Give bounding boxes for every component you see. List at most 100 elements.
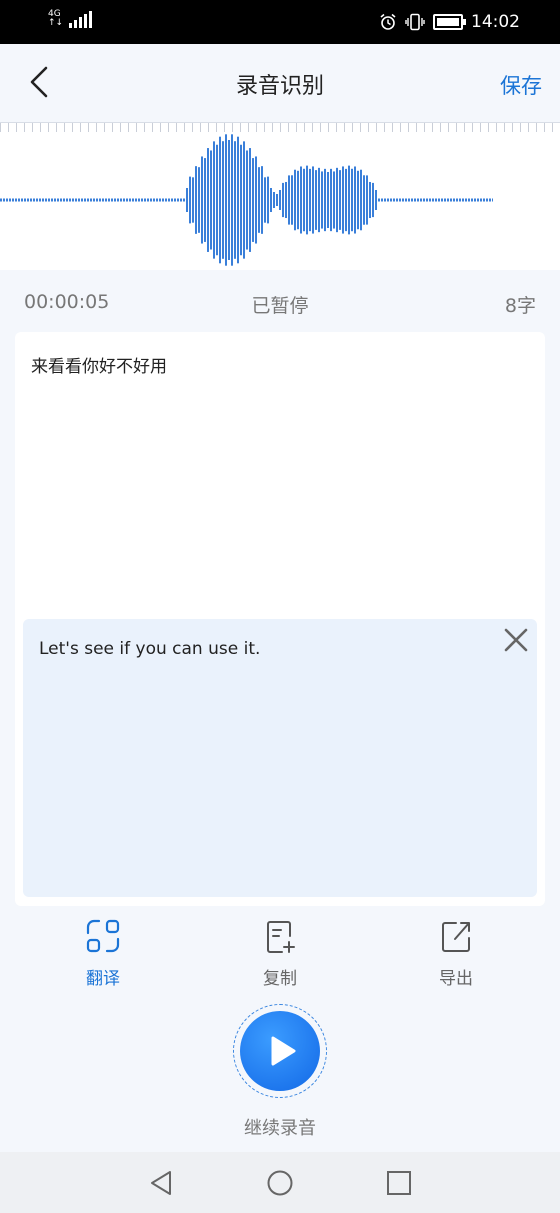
waveform-bar (201, 156, 203, 244)
waveform-bar (192, 177, 194, 223)
status-time: 14:02 (471, 12, 520, 32)
waveform-bar (375, 190, 377, 210)
nav-recents-icon[interactable] (384, 1168, 414, 1198)
play-icon (271, 1036, 296, 1066)
continue-record-label: 继续录音 (244, 1118, 316, 1139)
translate-label: 翻译 (86, 969, 120, 989)
waveform-bar (273, 192, 275, 208)
waveform-bar (279, 190, 281, 210)
waveform-bar (243, 141, 245, 259)
continue-record-button[interactable] (233, 1004, 327, 1098)
waveform-bar (222, 141, 224, 259)
export-label: 导出 (439, 969, 473, 989)
export-icon (442, 922, 470, 952)
waveform (0, 134, 493, 266)
waveform-bar (306, 165, 308, 235)
status-icons: 14:02 (379, 12, 520, 32)
waveform-bar (330, 168, 332, 232)
waveform-bar (357, 170, 359, 230)
waveform-bar (351, 168, 353, 232)
waveform-bar (339, 170, 341, 230)
waveform-bar (354, 166, 356, 234)
header: 录音识别 保存 (0, 44, 560, 122)
waveform-bar (240, 144, 242, 256)
waveform-bar (186, 188, 188, 212)
translate-button[interactable]: 翻译 (58, 916, 148, 989)
waveform-bar (288, 175, 290, 225)
transcript-card[interactable]: 来看看你好不好用 Let's see if you can use it. (15, 332, 545, 906)
waveform-bar (210, 150, 212, 250)
waveform-bar (216, 144, 218, 256)
waveform-bar (369, 181, 371, 219)
battery-icon (433, 14, 466, 30)
close-icon[interactable] (501, 625, 531, 655)
waveform-bar (195, 166, 197, 234)
waveform-bar (336, 167, 338, 233)
waveform-bar (372, 182, 374, 218)
waveform-bar (213, 141, 215, 259)
waveform-bar (237, 136, 239, 264)
recognized-text[interactable]: 来看看你好不好用 (31, 352, 167, 377)
nav-home-icon[interactable] (265, 1168, 295, 1198)
waveform-bar (228, 140, 230, 260)
waveform-bar (282, 182, 284, 218)
record-button-circle[interactable] (240, 1011, 320, 1091)
waveform-bar (264, 177, 266, 223)
waveform-bar (297, 170, 299, 230)
waveform-bar (207, 148, 209, 252)
nav-back-icon[interactable] (146, 1168, 176, 1198)
waveform-bar (189, 176, 191, 224)
action-bar: 翻译 复制 导出 (0, 916, 560, 996)
copy-button[interactable]: 复制 (235, 916, 325, 989)
waveform-bar (234, 141, 236, 259)
network-type: 4G ↑↓ (48, 9, 64, 28)
waveform-bar (225, 134, 227, 266)
waveform-bar (231, 134, 233, 266)
waveform-bar (348, 165, 350, 235)
copy-label: 复制 (263, 969, 297, 989)
waveform-bar (315, 170, 317, 230)
waveform-bar (321, 171, 323, 229)
waveform-bar (318, 167, 320, 233)
waveform-bar (276, 194, 278, 206)
waveform-bar (309, 168, 311, 232)
alarm-icon (380, 13, 396, 30)
waveform-bar (204, 158, 206, 242)
waveform-bar (345, 168, 347, 232)
save-button[interactable]: 保存 (500, 70, 542, 100)
waveform-bar (285, 181, 287, 219)
waveform-bar (312, 166, 314, 234)
signal-icon (69, 10, 93, 28)
translation-box: Let's see if you can use it. (23, 619, 537, 897)
system-nav-bar (0, 1152, 560, 1213)
waveform-bar (327, 172, 329, 228)
waveform-bar (300, 166, 302, 234)
char-count: 8字 (504, 295, 536, 317)
waveform-bar (261, 166, 263, 234)
waveform-bar (255, 156, 257, 244)
copy-document-icon (267, 921, 295, 953)
waveform-bar (270, 188, 272, 212)
waveform-panel (0, 132, 560, 270)
waveform-bar (366, 175, 368, 225)
waveform-bar (198, 167, 200, 233)
waveform-bar (252, 158, 254, 242)
waveform-bar (294, 169, 296, 231)
waveform-bar (363, 175, 365, 225)
waveform-bar (291, 175, 293, 225)
waveform-bar (333, 171, 335, 229)
page-title: 录音识别 (235, 74, 324, 99)
waveform-bar (258, 167, 260, 233)
waveform-bar (219, 136, 221, 264)
status-bar: 4G ↑↓ 14:02 (0, 0, 560, 44)
translation-text[interactable]: Let's see if you can use it. (39, 639, 260, 659)
waveform-bar (267, 176, 269, 224)
signal-indicator: 4G ↑↓ (48, 9, 93, 28)
recording-info: 00:00:05 已暂停 8字 (0, 270, 560, 332)
vibrate-icon (405, 13, 425, 31)
waveform-bar (324, 168, 326, 232)
waveform-bar (342, 166, 344, 234)
waveform-bar (303, 168, 305, 232)
recording-state: 已暂停 (251, 295, 309, 317)
export-button[interactable]: 导出 (411, 916, 501, 989)
